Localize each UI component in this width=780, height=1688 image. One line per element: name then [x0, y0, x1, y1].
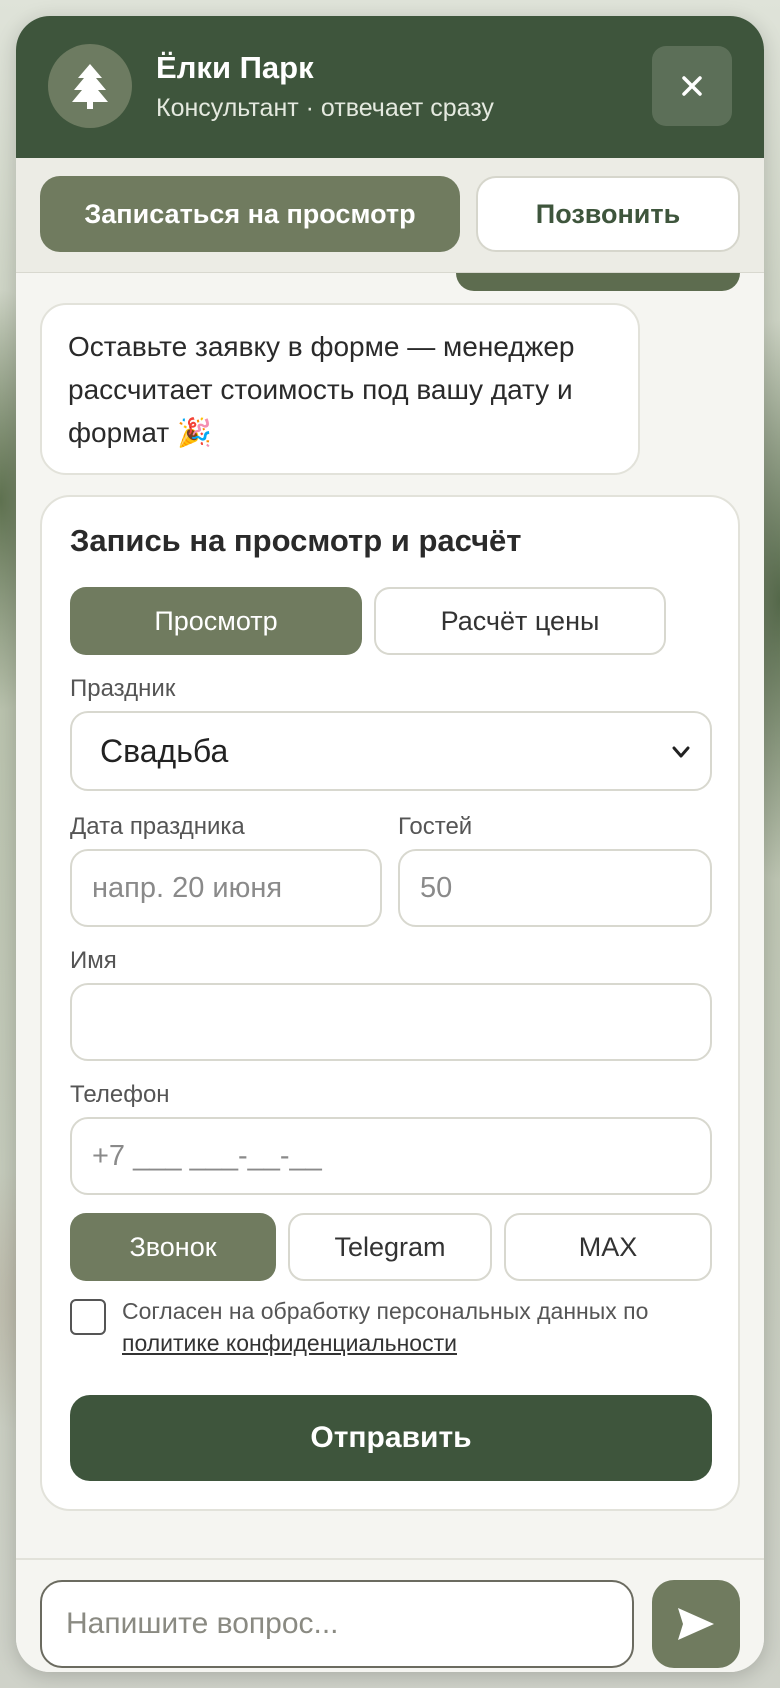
chat-subtitle: Консультант · отвечает сразу	[156, 94, 494, 122]
avatar	[48, 44, 132, 128]
send-icon	[678, 1608, 714, 1640]
name-input[interactable]	[70, 983, 712, 1061]
close-icon	[682, 76, 702, 96]
tree-icon	[72, 64, 108, 109]
composer-bar: Напишите вопрос...	[16, 1558, 764, 1672]
booking-form: Запись на просмотр и расчёт Просмотр Рас…	[40, 495, 740, 1511]
guests-label: Гостей	[398, 813, 473, 840]
tab-price-calc[interactable]: Расчёт цены	[374, 587, 666, 655]
close-button[interactable]	[652, 46, 732, 126]
quick-actions-bar: Записаться на просмотр Позвонить	[16, 158, 764, 273]
date-label: Дата праздника	[70, 813, 245, 840]
message-input[interactable]: Напишите вопрос...	[40, 1580, 634, 1668]
messages-area[interactable]: Оставьте заявку в форме — менеджер рассч…	[16, 273, 764, 1558]
phone-input[interactable]: +7 ___ ___-__-__	[70, 1117, 712, 1195]
holiday-value: Свадьба	[100, 732, 229, 769]
contact-max[interactable]: MAX	[504, 1213, 712, 1281]
holiday-select[interactable]: Свадьба	[70, 711, 712, 791]
date-input[interactable]: напр. 20 июня	[70, 849, 382, 927]
name-label: Имя	[70, 947, 117, 974]
book-viewing-button[interactable]: Записаться на просмотр	[40, 176, 460, 252]
chevron-down-icon	[672, 746, 690, 758]
guests-input[interactable]: 50	[398, 849, 712, 927]
chat-widget: Ёлки Парк Консультант · отвечает сразу З…	[16, 16, 764, 1672]
form-title: Запись на просмотр и расчёт	[70, 523, 522, 558]
submit-button[interactable]: Отправить	[70, 1395, 712, 1481]
bot-message: Оставьте заявку в форме — менеджер рассч…	[40, 303, 640, 475]
consent-label: Согласен на обработку персональных данны…	[122, 1298, 649, 1324]
tab-viewing[interactable]: Просмотр	[70, 587, 362, 655]
consent-checkbox[interactable]	[70, 1299, 106, 1335]
contact-call[interactable]: Звонок	[70, 1213, 276, 1281]
call-button[interactable]: Позвонить	[476, 176, 740, 252]
contact-telegram[interactable]: Telegram	[288, 1213, 492, 1281]
holiday-label: Праздник	[70, 675, 176, 702]
consent-text: Согласен на обработку персональных данны…	[122, 1295, 722, 1359]
chat-title: Ёлки Парк	[156, 50, 314, 85]
privacy-policy-link[interactable]: политике конфиденциальности	[122, 1330, 457, 1356]
send-button[interactable]	[652, 1580, 740, 1668]
previous-user-message	[456, 273, 740, 291]
chat-header: Ёлки Парк Консультант · отвечает сразу	[16, 16, 764, 158]
phone-label: Телефон	[70, 1081, 170, 1108]
